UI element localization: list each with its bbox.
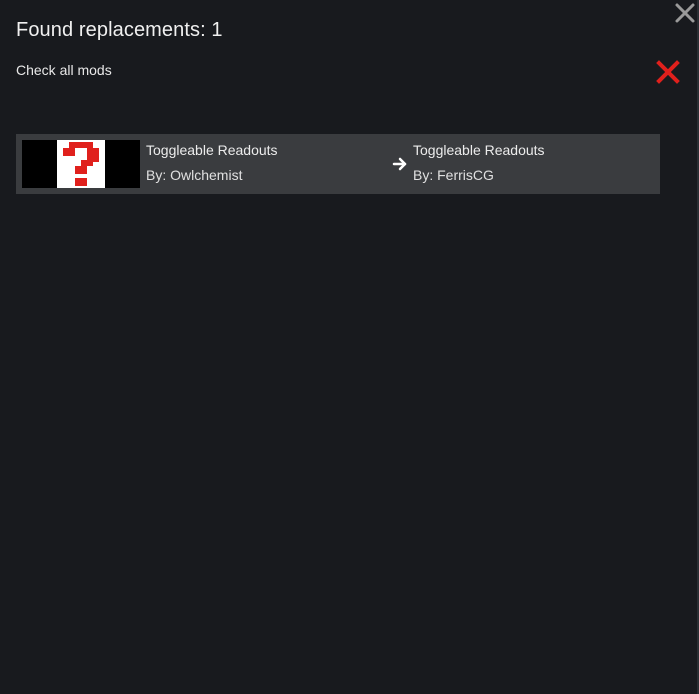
old-mod-author: By: Owlchemist [146, 167, 243, 183]
old-mod-name: Toggleable Readouts [146, 142, 278, 158]
replacements-dialog: Found replacements: 1 Check all mods Tog… [0, 0, 699, 694]
missing-image-icon [57, 140, 105, 188]
arrow-right-icon [392, 156, 408, 172]
red-x-icon[interactable] [656, 60, 680, 84]
replacement-row[interactable]: Toggleable Readouts By: Owlchemist Toggl… [16, 134, 660, 194]
new-mod-author: By: FerrisCG [413, 167, 494, 183]
mod-thumbnail [22, 140, 140, 188]
new-mod-name: Toggleable Readouts [413, 142, 545, 158]
check-all-mods-button[interactable]: Check all mods [16, 62, 112, 78]
dialog-title: Found replacements: 1 [16, 19, 223, 41]
close-icon[interactable] [674, 2, 696, 24]
